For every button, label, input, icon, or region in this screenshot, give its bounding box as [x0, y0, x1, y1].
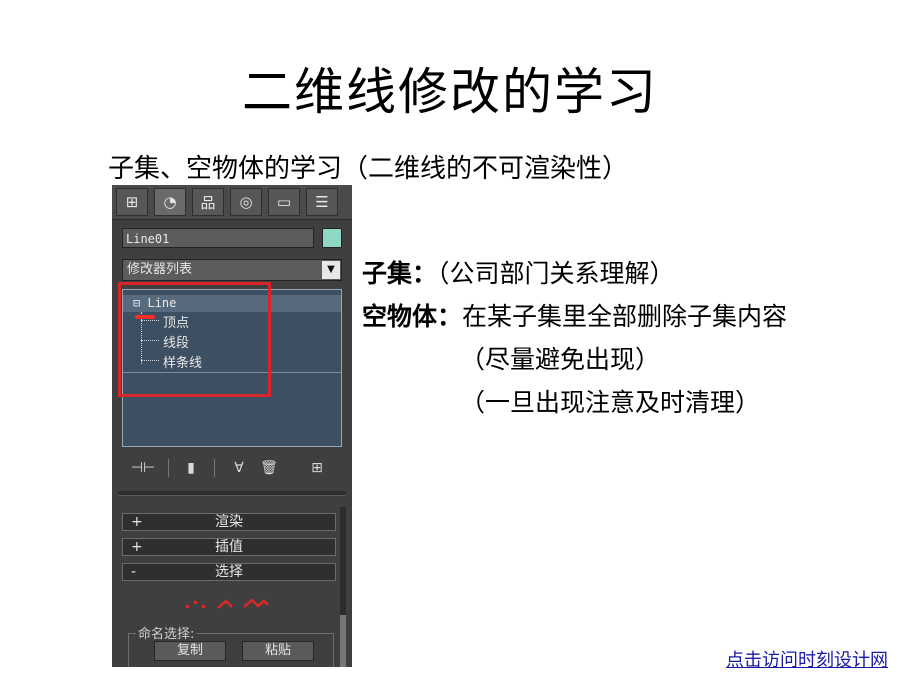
named-selections-label: 命名选择: — [136, 623, 197, 642]
paste-button[interactable]: 粘贴 — [242, 641, 314, 661]
segment-level-icon — [217, 599, 233, 609]
toolbar-separator — [214, 459, 215, 477]
rollout-label: 插值 — [215, 539, 243, 555]
vertex-level-icon — [186, 605, 189, 608]
spline-level-icon — [243, 598, 269, 608]
utilities-icon[interactable]: ☰ — [306, 188, 338, 216]
configure-modifier-sets-icon[interactable]: ⊞ — [306, 457, 328, 479]
make-unique-icon[interactable]: ∀ — [228, 457, 250, 479]
note-empty-text: 在某子集里全部删除子集内容 — [462, 302, 788, 331]
note-empty-object: 空物体：在某子集里全部删除子集内容 — [362, 295, 787, 338]
motion-icon[interactable]: ◎ — [230, 188, 262, 216]
stack-toolbar: ⊣⊢ ▮ ∀ 🗑 ⊞ — [112, 455, 352, 481]
note-avoid: （尽量避免出现） — [460, 345, 661, 374]
copy-button[interactable]: 复制 — [154, 641, 226, 661]
object-name-field[interactable]: Line01 — [122, 228, 314, 248]
website-link[interactable]: 点击访问时刻设计网 — [726, 646, 888, 672]
note-empty-label: 空物体： — [362, 302, 463, 331]
selection-level-icons[interactable] — [184, 595, 280, 613]
show-end-result-icon[interactable]: ▮ — [180, 457, 202, 479]
panel-scrollbar-thumb[interactable] — [340, 615, 346, 667]
panel-divider — [118, 491, 346, 496]
chevron-down-icon[interactable]: ▼ — [322, 261, 340, 279]
note-cleanup: （一旦出现注意及时清理） — [460, 388, 761, 417]
vertex-level-icon — [194, 601, 197, 604]
rollout-rendering[interactable]: + 渲染 — [122, 513, 336, 531]
note-subset-text: （公司部门关系理解） — [437, 259, 675, 288]
note-subset-label: 子集： — [362, 259, 438, 288]
command-panel-tabs: ⊞ ◔ 品 ◎ ▭ ☰ — [112, 185, 352, 220]
vertex-level-icon — [202, 605, 205, 608]
rollout-label: 渲染 — [215, 514, 243, 530]
rollout-selection[interactable]: - 选择 — [122, 563, 336, 581]
create-icon[interactable]: ⊞ — [116, 188, 148, 216]
display-icon[interactable]: ▭ — [268, 188, 300, 216]
pin-stack-icon[interactable]: ⊣⊢ — [131, 457, 155, 479]
modifier-list-dropdown[interactable]: 修改器列表 ▼ — [122, 259, 342, 281]
modifier-list-label: 修改器列表 — [127, 262, 193, 277]
command-panel: ⊞ ◔ 品 ◎ ▭ ☰ Line01 修改器列表 ▼ ⊟ Line 顶点 线段 … — [112, 185, 352, 667]
rollout-interpolation[interactable]: + 插值 — [122, 538, 336, 556]
slide-subtitle: 子集、空物体的学习（二维线的不可渲染性） — [108, 154, 629, 184]
hierarchy-icon[interactable]: 品 — [192, 188, 224, 216]
remove-modifier-icon[interactable]: 🗑 — [258, 457, 280, 479]
slide-title: 二维线修改的学习 — [242, 63, 658, 121]
rollout-label: 选择 — [215, 564, 243, 580]
slide-notes: 子集：（公司部门关系理解） 空物体：在某子集里全部删除子集内容 （尽量避免出现）… — [362, 252, 787, 424]
toolbar-separator — [168, 459, 169, 477]
note-subset: 子集：（公司部门关系理解） — [362, 252, 787, 295]
object-color-swatch[interactable] — [322, 228, 342, 248]
highlight-annotation-box — [118, 282, 271, 397]
modify-icon[interactable]: ◔ — [154, 188, 186, 216]
